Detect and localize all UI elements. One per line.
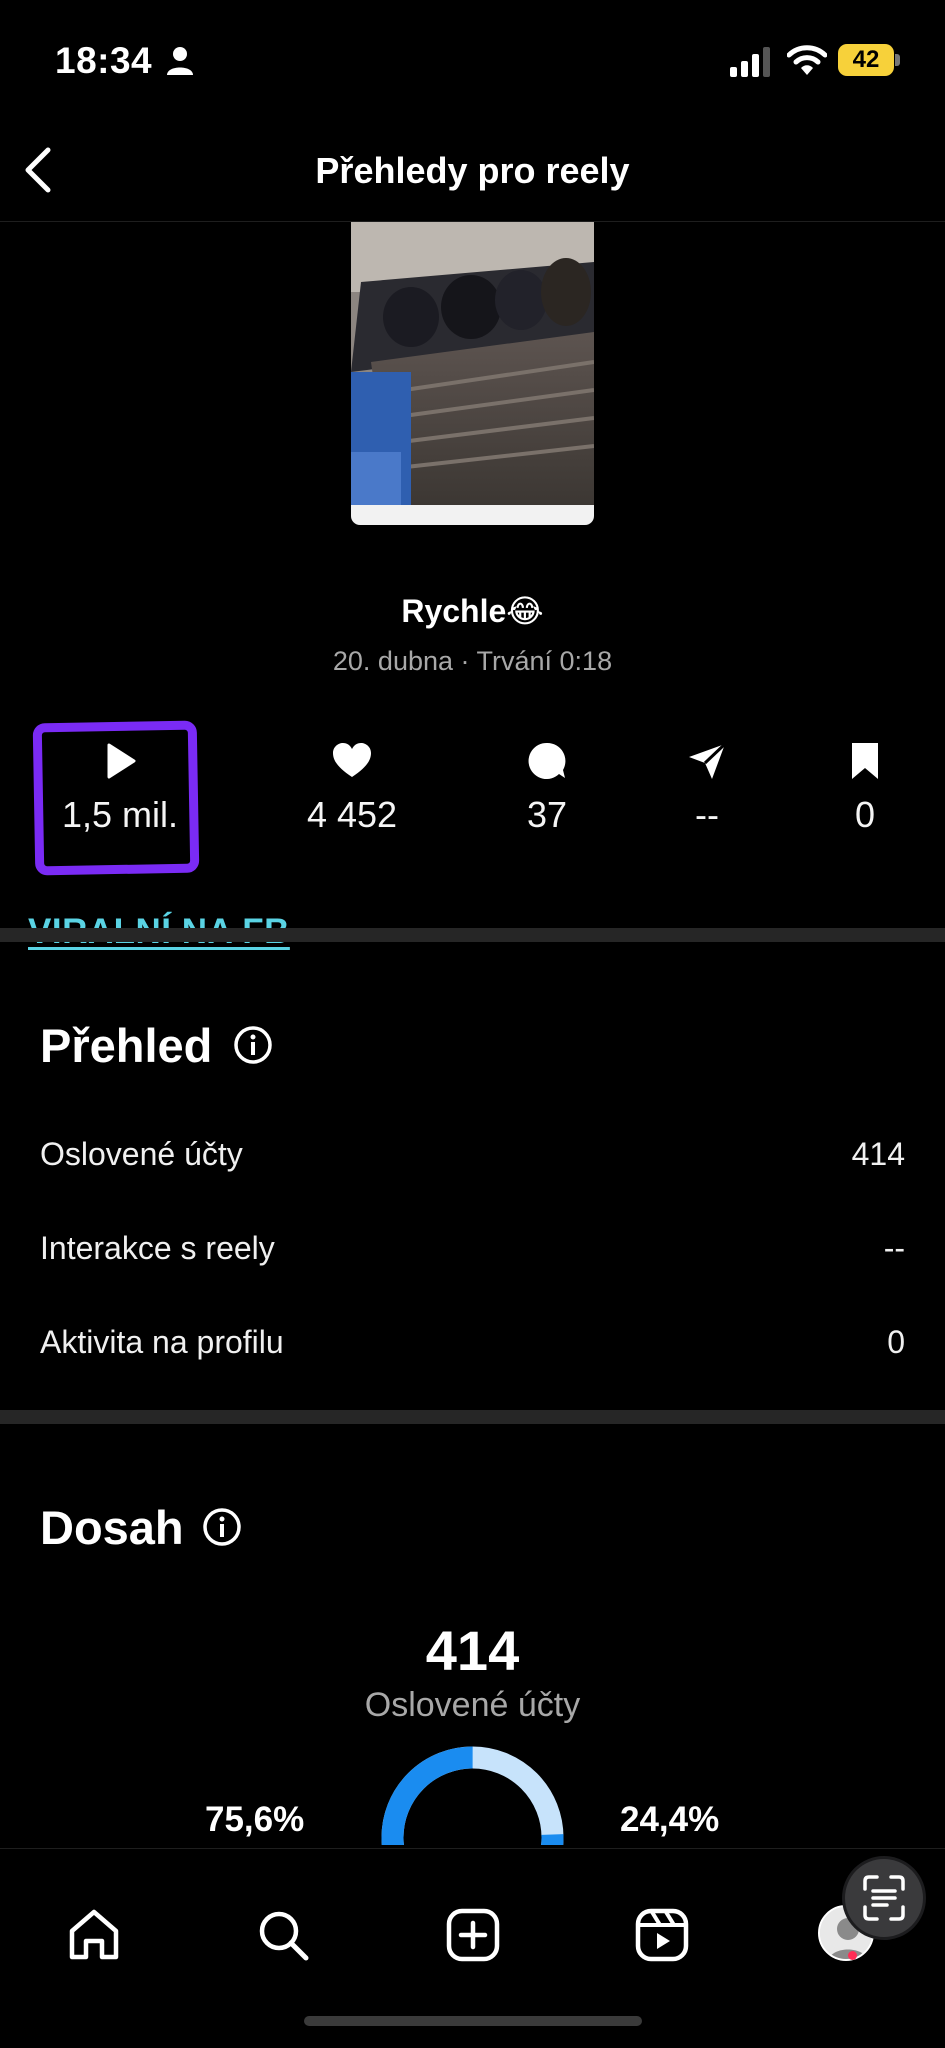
reach-donut-chart [380,1745,565,1845]
page-title: Přehledy pro reely [315,150,630,191]
metric-label: Oslovené účty [40,1136,243,1172]
battery-level: 42 [838,44,894,76]
stat-shares: -- [617,740,797,836]
info-icon[interactable] [233,1025,273,1065]
status-time: 18:34 [55,40,153,81]
person-icon [167,47,193,75]
stat-likes: 4 452 [262,740,442,836]
metric-value: -- [883,1230,905,1266]
home-icon[interactable] [64,1905,124,1965]
stat-comments: 37 [457,740,637,836]
metric-value: 414 [851,1136,905,1172]
reel-thumbnail-image [351,222,594,505]
comments-count: 37 [526,794,568,835]
followers-percent: 75,6% [205,1800,305,1839]
cellular-signal-icon [730,47,770,77]
text-scan-icon [863,1875,905,1921]
battery-icon: 42 [838,44,900,76]
notification-dot [848,1951,857,1960]
create-icon[interactable] [443,1905,503,1965]
reel-meta: 20. dubna · Trvání 0:18 [332,646,613,676]
share-icon [689,742,727,779]
metric-row-reel-interactions: Interakce s reely -- [40,1230,905,1280]
reels-icon[interactable] [632,1905,692,1965]
shares-count: -- [695,794,719,835]
stat-saves: 0 [775,740,945,836]
overview-title: Přehled [40,1019,213,1072]
metric-row-profile-activity: Aktivita na profilu 0 [40,1324,905,1374]
metric-label: Aktivita na profilu [40,1324,284,1360]
home-indicator [304,2016,642,2026]
saves-count: 0 [854,794,876,835]
heart-icon [333,743,371,777]
reach-donut-svg [381,1746,564,1845]
non-followers-percent: 24,4% [620,1800,720,1839]
reach-label: Oslovené účty [364,1686,581,1724]
bookmark-icon [852,743,878,779]
reel-thumbnail[interactable] [351,222,594,525]
comment-icon [528,742,566,779]
metric-label: Interakce s reely [40,1230,275,1266]
reach-number: 414 [425,1619,520,1682]
metric-value: 0 [887,1324,905,1360]
likes-count: 4 452 [306,794,398,835]
wifi-icon [787,45,827,75]
screen-text-scan-button[interactable] [842,1856,926,1940]
reel-title: Rychle😂 [401,593,544,629]
section-divider [0,928,945,942]
reach-title: Dosah [40,1501,184,1554]
info-icon[interactable] [202,1507,242,1547]
metric-row-accounts-reached: Oslovené účty 414 [40,1136,905,1186]
status-bar: 18:34 42 [0,0,945,120]
search-icon[interactable] [253,1905,313,1965]
section-divider [0,1410,945,1424]
battery-tip [895,54,900,66]
nav-header: Přehledy pro reely [0,120,945,222]
highlight-annotation [32,720,200,876]
